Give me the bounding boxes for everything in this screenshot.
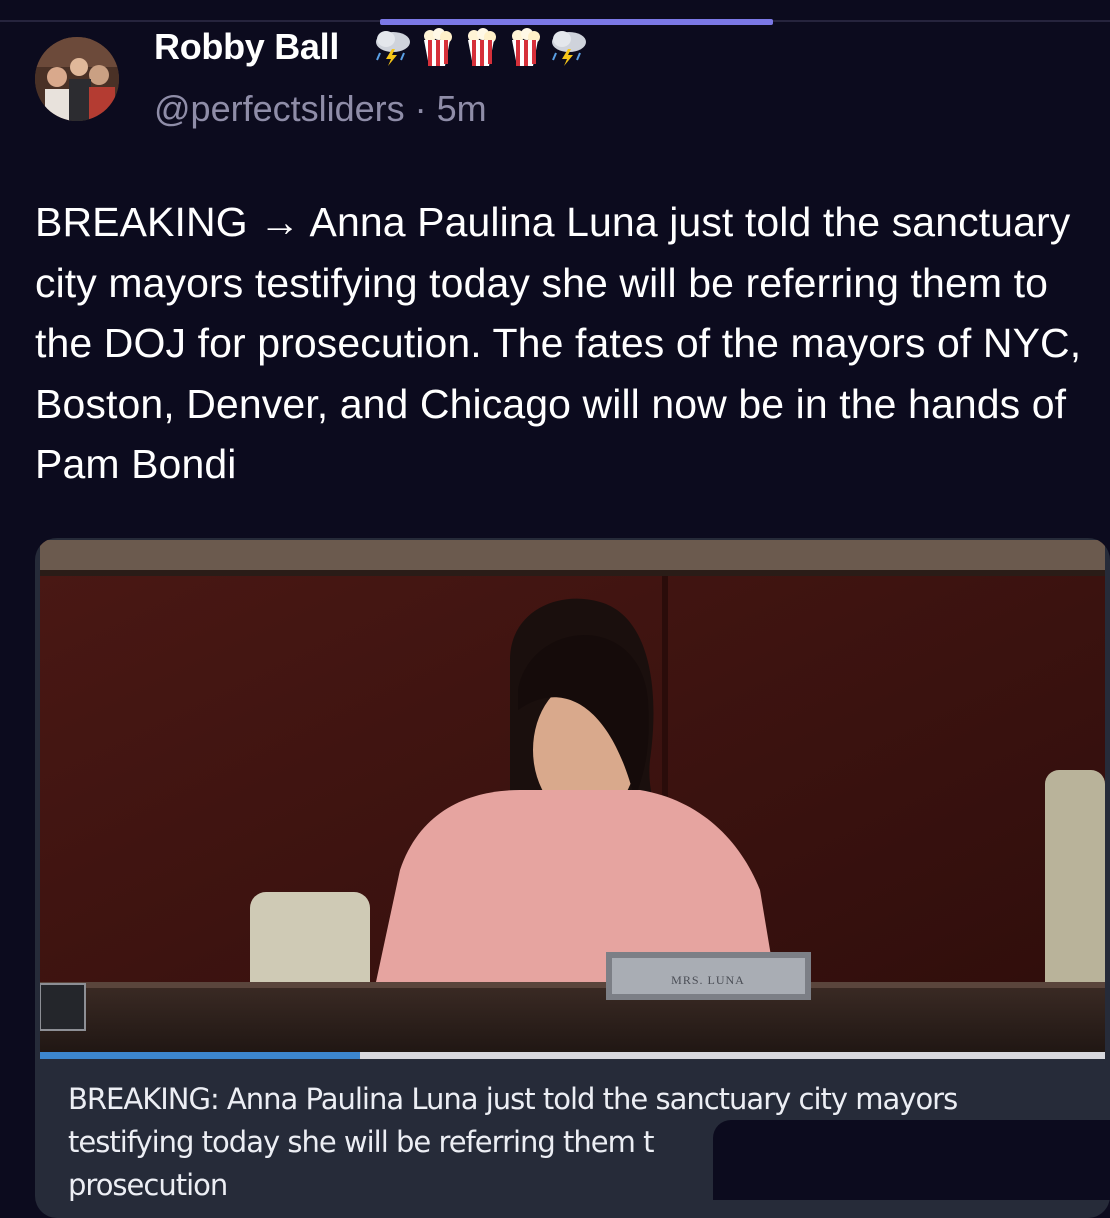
post-timestamp[interactable]: 5m bbox=[437, 88, 487, 129]
meta-separator: · bbox=[404, 88, 437, 129]
video-progress-fill bbox=[40, 1052, 360, 1059]
overlay-panel bbox=[713, 1120, 1110, 1200]
popcorn-icon bbox=[468, 28, 496, 66]
video-player[interactable]: MRS. LUNA bbox=[40, 540, 1105, 1058]
name-emoji-row bbox=[372, 27, 590, 67]
avatar[interactable] bbox=[35, 37, 119, 121]
video-still: MRS. LUNA bbox=[40, 540, 1105, 1058]
popcorn-icon bbox=[424, 28, 452, 66]
cloud-lightning-rain-icon bbox=[552, 31, 586, 66]
cloud-lightning-rain-icon bbox=[376, 31, 410, 66]
video-caption-cut-line: prosecution bbox=[68, 1168, 228, 1202]
author-handle[interactable]: @perfectsliders bbox=[154, 88, 405, 129]
video-card[interactable]: MRS. LUNA BREAKING: Anna Paulina Luna ju… bbox=[35, 538, 1110, 1218]
author-name[interactable]: Robby Ball bbox=[154, 26, 339, 68]
author-handle-row: @perfectsliders · 5m bbox=[154, 88, 487, 130]
popcorn-icon bbox=[512, 28, 540, 66]
post-text: BREAKING → Anna Paulina Luna just told t… bbox=[35, 199, 1082, 487]
active-indicator bbox=[380, 19, 773, 25]
nameplate-text: MRS. LUNA bbox=[671, 973, 745, 987]
